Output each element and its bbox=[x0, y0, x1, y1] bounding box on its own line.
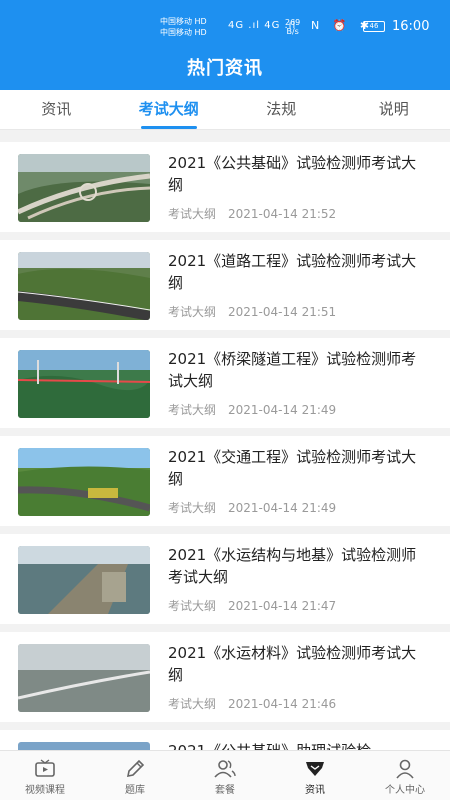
article-date: 2021-04-14 21:51 bbox=[228, 305, 337, 319]
article-date: 2021-04-14 21:49 bbox=[228, 403, 337, 417]
article-thumbnail bbox=[18, 252, 150, 320]
app-screen: 中国移动 HD 中国移动 HD 4G .ıl 4G .ıl 269 B/s N … bbox=[0, 0, 450, 800]
clock: 16:00 bbox=[392, 19, 430, 34]
article-date: 2021-04-14 21:47 bbox=[228, 599, 337, 613]
article-category: 考试大纲 bbox=[168, 599, 217, 613]
article-category: 考试大纲 bbox=[168, 501, 217, 515]
article-item[interactable]: 2021《交通工程》试验检测师考试大纲 考试大纲 2021-04-14 21:49 bbox=[0, 436, 450, 526]
article-title: 2021《交通工程》试验检测师考试大纲 bbox=[168, 448, 417, 488]
article-title: 2021《水运材料》试验检测师考试大纲 bbox=[168, 644, 417, 684]
network-speed: 269 B/s bbox=[285, 18, 300, 36]
article-title: 2021《水运结构与地基》试验检测师考试大纲 bbox=[168, 546, 417, 586]
article-meta: 考试大纲 2021-04-14 21:49 bbox=[168, 499, 336, 516]
article-thumbnail bbox=[18, 742, 150, 750]
article-item[interactable]: 2021《公共基础》助理试验检 bbox=[0, 730, 450, 750]
article-thumbnail bbox=[18, 644, 150, 712]
article-meta: 考试大纲 2021-04-14 21:46 bbox=[168, 695, 336, 712]
article-meta: 考试大纲 2021-04-14 21:51 bbox=[168, 303, 336, 320]
person-icon bbox=[396, 759, 414, 779]
article-category: 考试大纲 bbox=[168, 697, 217, 711]
article-title: 2021《桥梁隧道工程》试验检测师考试大纲 bbox=[168, 350, 417, 390]
article-item[interactable]: 2021《水运材料》试验检测师考试大纲 考试大纲 2021-04-14 21:46 bbox=[0, 632, 450, 722]
status-bar: 中国移动 HD 中国移动 HD 4G .ıl 4G .ıl 269 B/s N … bbox=[0, 12, 450, 42]
tab-exam-syllabus[interactable]: 考试大纲 bbox=[113, 90, 226, 129]
article-item[interactable]: 2021《公共基础》试验检测师考试大纲 考试大纲 2021-04-14 21:52 bbox=[0, 142, 450, 232]
tab-bar: 资讯 考试大纲 法规 说明 bbox=[0, 90, 450, 130]
article-title: 2021《公共基础》助理试验检 bbox=[168, 740, 430, 750]
top-bar: 中国移动 HD 中国移动 HD 4G .ıl 4G .ıl 269 B/s N … bbox=[0, 0, 450, 90]
speed-value: 269 bbox=[285, 18, 301, 27]
carrier-info: 中国移动 HD 中国移动 HD bbox=[160, 16, 207, 38]
nav-video-courses[interactable]: 视频课程 bbox=[0, 751, 90, 800]
article-thumbnail bbox=[18, 350, 150, 418]
nav-label: 资讯 bbox=[305, 785, 325, 796]
article-category: 考试大纲 bbox=[168, 403, 217, 417]
article-category: 考试大纲 bbox=[168, 207, 217, 221]
nav-label: 个人中心 bbox=[385, 785, 425, 796]
article-thumbnail bbox=[18, 448, 150, 516]
nav-news[interactable]: 资讯 bbox=[270, 751, 360, 800]
speed-unit: B/s bbox=[286, 27, 299, 36]
page-title: 热门资讯 bbox=[187, 58, 263, 79]
article-meta: 考试大纲 2021-04-14 21:47 bbox=[168, 597, 336, 614]
article-item[interactable]: 2021《水运结构与地基》试验检测师考试大纲 考试大纲 2021-04-14 21… bbox=[0, 534, 450, 624]
article-item[interactable]: 2021《道路工程》试验检测师考试大纲 考试大纲 2021-04-14 21:51 bbox=[0, 240, 450, 330]
bottom-nav: 视频课程 题库 套餐 资讯 个人中心 bbox=[0, 750, 450, 800]
tab-regulations[interactable]: 法规 bbox=[225, 90, 338, 129]
article-item[interactable]: 2021《桥梁隧道工程》试验检测师考试大纲 考试大纲 2021-04-14 21:… bbox=[0, 338, 450, 428]
nav-packages[interactable]: 套餐 bbox=[180, 751, 270, 800]
nav-label: 题库 bbox=[125, 785, 145, 796]
article-date: 2021-04-14 21:52 bbox=[228, 207, 337, 221]
nav-question-bank[interactable]: 题库 bbox=[90, 751, 180, 800]
tab-news[interactable]: 资讯 bbox=[0, 90, 113, 129]
video-icon bbox=[35, 759, 55, 777]
article-meta: 考试大纲 2021-04-14 21:52 bbox=[168, 205, 336, 222]
article-list: 2021《公共基础》试验检测师考试大纲 考试大纲 2021-04-14 21:52… bbox=[0, 138, 450, 750]
tab-instructions[interactable]: 说明 bbox=[338, 90, 450, 129]
article-meta: 考试大纲 2021-04-14 21:49 bbox=[168, 401, 336, 418]
carrier-1: 中国移动 HD bbox=[160, 17, 207, 26]
article-thumbnail bbox=[18, 154, 150, 222]
nav-label: 套餐 bbox=[215, 785, 235, 796]
article-thumbnail bbox=[18, 546, 150, 614]
news-icon bbox=[306, 762, 324, 776]
article-category: 考试大纲 bbox=[168, 305, 217, 319]
nav-label: 视频课程 bbox=[25, 785, 65, 796]
article-title: 2021《道路工程》试验检测师考试大纲 bbox=[168, 252, 417, 292]
carrier-2: 中国移动 HD bbox=[160, 28, 207, 37]
battery-icon: 46 bbox=[363, 21, 385, 32]
article-date: 2021-04-14 21:49 bbox=[228, 501, 337, 515]
article-date: 2021-04-14 21:46 bbox=[228, 697, 337, 711]
users-icon bbox=[214, 760, 236, 778]
nav-profile[interactable]: 个人中心 bbox=[360, 751, 450, 800]
pencil-icon bbox=[126, 759, 145, 778]
article-title: 2021《公共基础》试验检测师考试大纲 bbox=[168, 154, 417, 194]
